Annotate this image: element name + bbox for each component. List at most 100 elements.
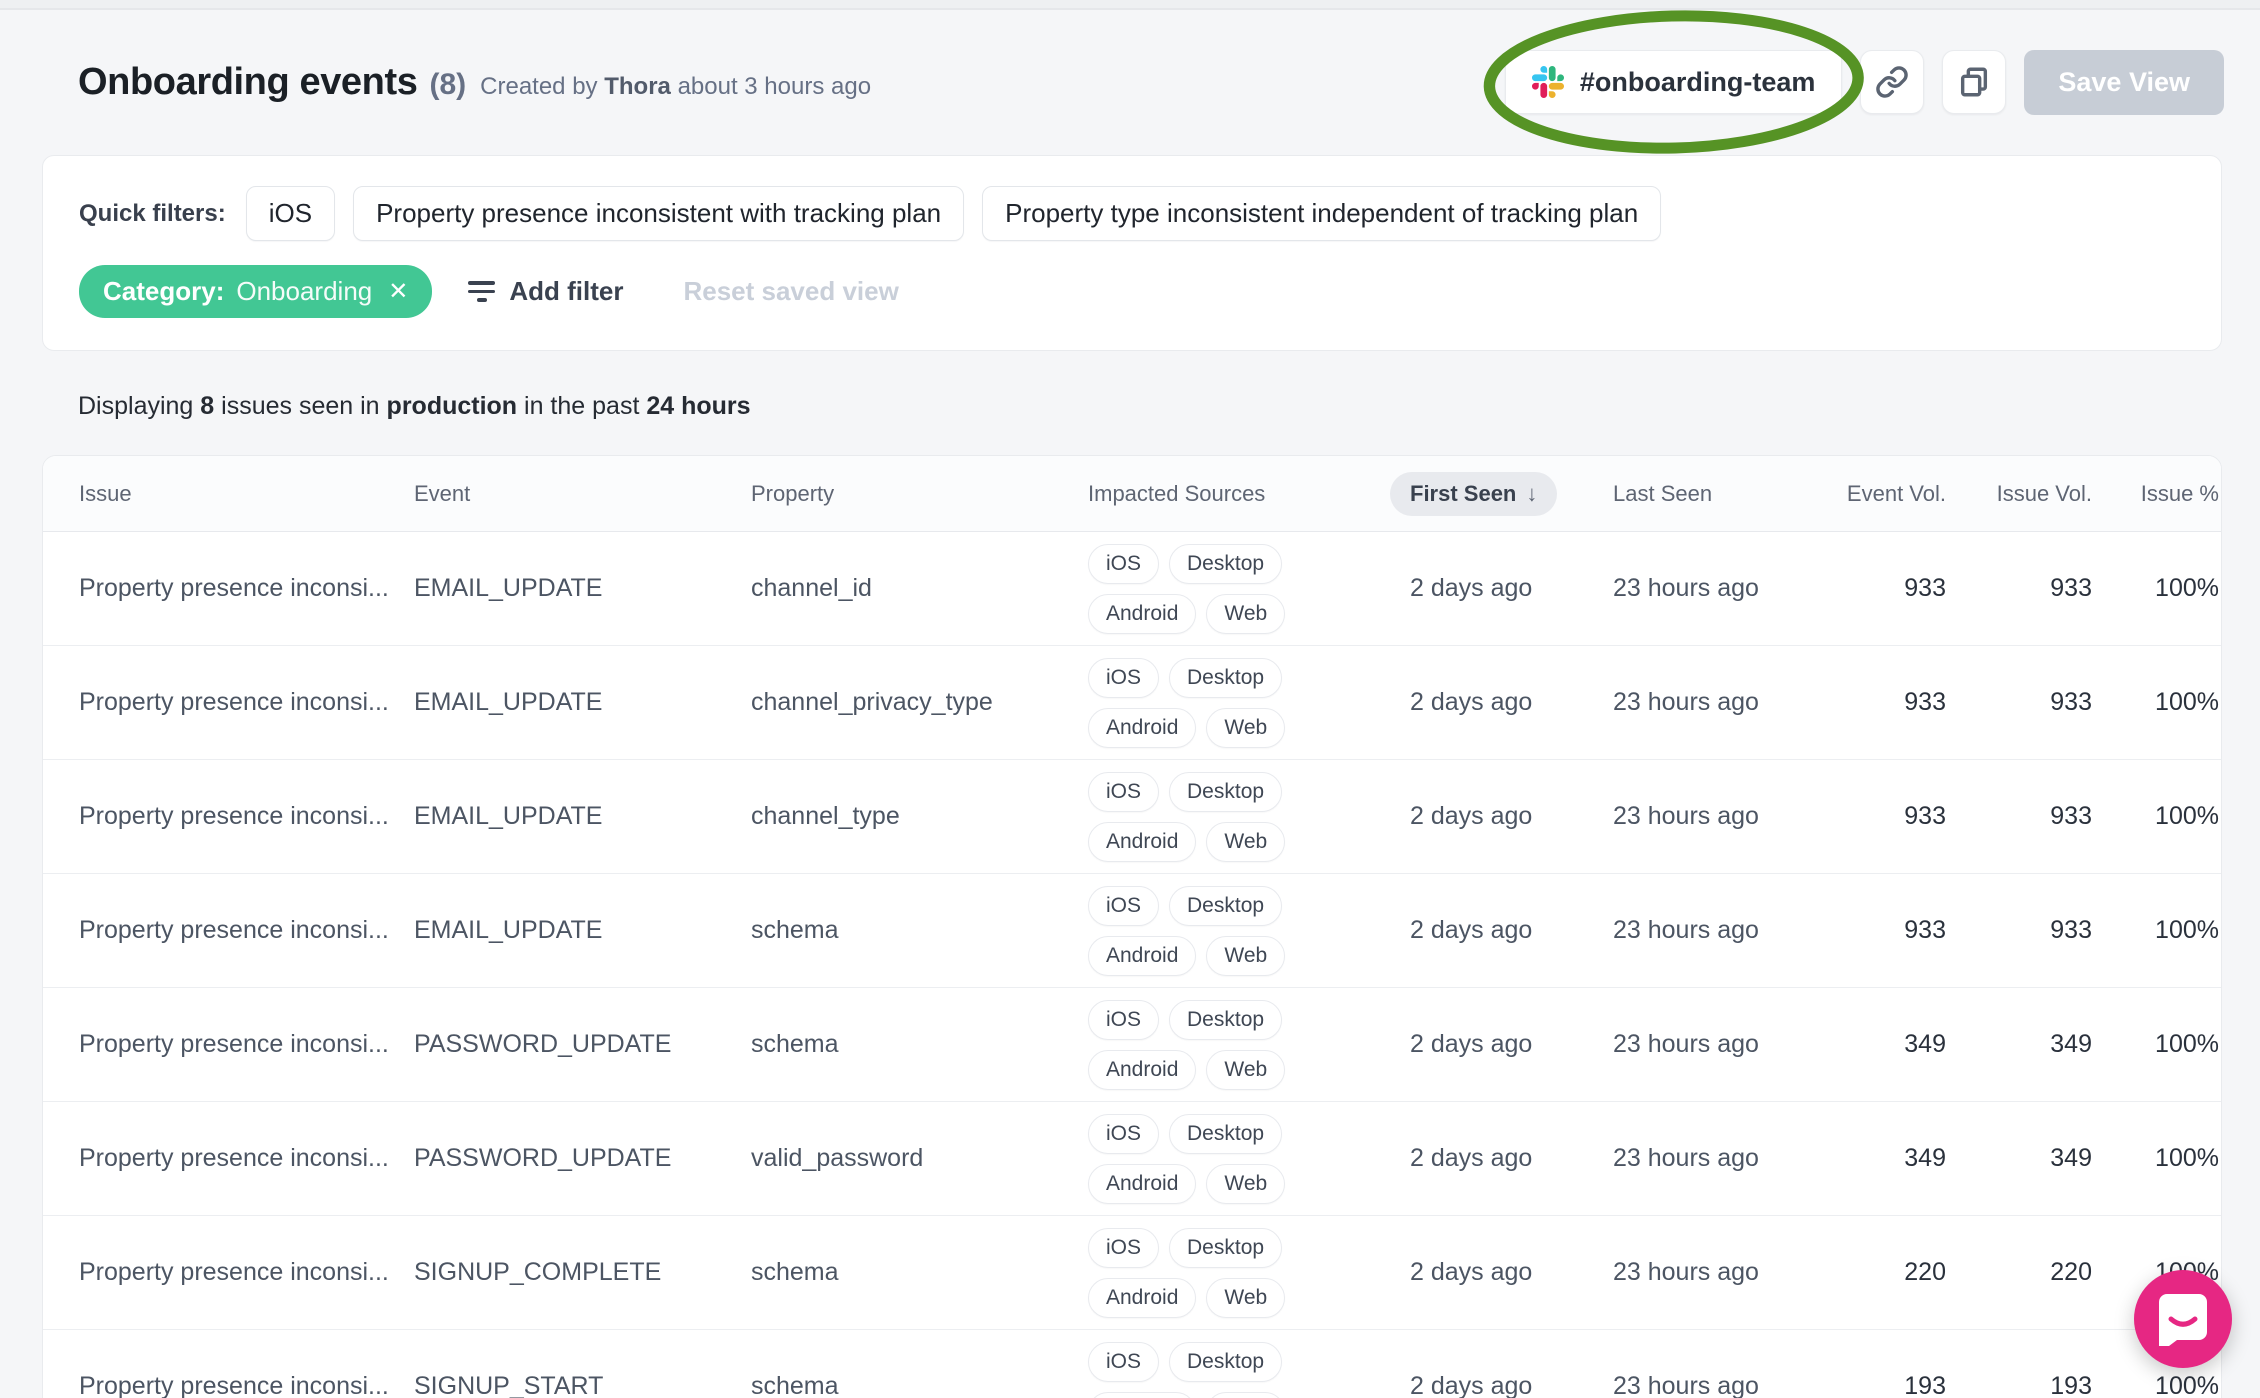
filter-panel: Quick filters: iOS Property presence inco…: [42, 155, 2222, 351]
last-seen-cell: 23 hours ago: [1613, 1258, 1759, 1286]
issue-pct-cell: 100%: [2155, 1030, 2219, 1058]
quick-filter-chip[interactable]: Property type inconsistent independent o…: [982, 186, 1662, 241]
issue-vol-cell: 349: [2050, 1030, 2092, 1058]
quick-filter-chip[interactable]: iOS: [245, 186, 336, 241]
column-header-issue-pct[interactable]: Issue %: [2092, 481, 2219, 507]
source-chip: iOS: [1088, 1227, 1160, 1268]
source-chip: Android: [1088, 1163, 1197, 1204]
table-row[interactable]: Property presence inconsi... PASSWORD_UP…: [43, 988, 2221, 1102]
source-chip: iOS: [1088, 543, 1160, 584]
summary-mid2: in the past: [524, 392, 640, 420]
first-seen-cell: 2 days ago: [1410, 574, 1533, 602]
issue-vol-cell: 933: [2050, 688, 2092, 716]
event-vol-cell: 933: [1904, 916, 1946, 944]
event-vol-cell: 349: [1904, 1030, 1946, 1058]
slack-channel-button[interactable]: #onboarding-team: [1504, 50, 1843, 114]
table-body: Property presence inconsi... EMAIL_UPDAT…: [43, 532, 2221, 1398]
first-seen-cell: 2 days ago: [1410, 1144, 1533, 1172]
source-chip: Desktop: [1169, 657, 1283, 698]
filter-key: Category:: [103, 276, 225, 306]
link-icon: [1876, 66, 1909, 98]
quick-filter-chip[interactable]: Property presence inconsistent with trac…: [353, 186, 965, 241]
chat-launcher-button[interactable]: [2134, 1270, 2232, 1368]
last-seen-cell: 23 hours ago: [1613, 916, 1759, 944]
issue-vol-cell: 933: [2050, 916, 2092, 944]
filter-value: Onboarding: [236, 276, 373, 306]
source-chip: Web: [1206, 1049, 1286, 1090]
sort-pill[interactable]: First Seen ↓: [1390, 471, 1558, 516]
table-row[interactable]: Property presence inconsi... EMAIL_UPDAT…: [43, 874, 2221, 988]
source-chip: Web: [1206, 821, 1286, 862]
filter-icon: [468, 281, 496, 302]
summary-mid1: issues seen in: [221, 392, 380, 420]
column-header-last-seen[interactable]: Last Seen: [1613, 481, 1839, 507]
issue-cell: Property presence inconsi...: [79, 1258, 389, 1286]
issue-vol-cell: 349: [2050, 1144, 2092, 1172]
column-header-impacted-sources[interactable]: Impacted Sources: [1088, 481, 1410, 507]
property-cell: schema: [751, 916, 839, 944]
issue-pct-cell: 100%: [2155, 574, 2219, 602]
header-actions: #onboarding-team Save View: [1483, 10, 2224, 154]
issue-pct-cell: 100%: [2155, 1144, 2219, 1172]
last-seen-cell: 23 hours ago: [1613, 1144, 1759, 1172]
source-chip: Android: [1088, 1049, 1197, 1090]
table-row[interactable]: Property presence inconsi... EMAIL_UPDAT…: [43, 760, 2221, 874]
source-chip: Desktop: [1169, 1341, 1283, 1382]
last-seen-cell: 23 hours ago: [1613, 1030, 1759, 1058]
slack-icon: [1531, 66, 1564, 98]
source-chip: Desktop: [1169, 543, 1283, 584]
column-header-event-vol[interactable]: Event Vol.: [1839, 481, 1946, 507]
reset-saved-view-button[interactable]: Reset saved view: [683, 276, 898, 307]
impacted-sources-cell: iOSDesktopAndroidWeb: [1088, 543, 1410, 634]
first-seen-cell: 2 days ago: [1410, 688, 1533, 716]
results-summary: Displaying 8 issues seen in production i…: [78, 392, 751, 421]
event-cell: SIGNUP_START: [414, 1372, 604, 1398]
table-row[interactable]: Property presence inconsi... SIGNUP_STAR…: [43, 1330, 2221, 1398]
issue-cell: Property presence inconsi...: [79, 574, 389, 602]
source-chip: Desktop: [1169, 1113, 1283, 1154]
top-strip: [0, 0, 2260, 10]
first-seen-cell: 2 days ago: [1410, 916, 1533, 944]
table-row[interactable]: Property presence inconsi... EMAIL_UPDAT…: [43, 646, 2221, 760]
source-chip: iOS: [1088, 771, 1160, 812]
table-row[interactable]: Property presence inconsi... SIGNUP_COMP…: [43, 1216, 2221, 1330]
event-vol-cell: 933: [1904, 688, 1946, 716]
impacted-sources-cell: iOSDesktopAndroidWeb: [1088, 1113, 1410, 1204]
copy-link-button[interactable]: [1860, 50, 1925, 114]
column-header-event[interactable]: Event: [414, 481, 751, 507]
save-view-button[interactable]: Save View: [2024, 49, 2224, 115]
quick-filters-label: Quick filters:: [79, 199, 226, 227]
add-filter-button[interactable]: Add filter: [468, 276, 623, 307]
remove-filter-icon[interactable]: ✕: [388, 277, 408, 306]
source-chip: iOS: [1088, 999, 1160, 1040]
quick-filters-row: Quick filters: iOS Property presence inco…: [79, 186, 2185, 241]
column-header-issue-vol[interactable]: Issue Vol.: [1946, 481, 2092, 507]
sorted-column-label: First Seen: [1410, 480, 1517, 506]
last-seen-cell: 23 hours ago: [1613, 1372, 1759, 1398]
event-cell: EMAIL_UPDATE: [414, 802, 603, 830]
source-chip: Desktop: [1169, 771, 1283, 812]
source-chip: Android: [1088, 821, 1197, 862]
impacted-sources-cell: iOSDesktopAndroidWeb: [1088, 1341, 1410, 1398]
column-header-first-seen[interactable]: First Seen ↓: [1390, 471, 1613, 516]
page-header: Onboarding events (8) Created by Thora a…: [42, 10, 2224, 154]
impacted-sources-cell: iOSDesktop AndroidWeb: [1088, 999, 1410, 1090]
table-row[interactable]: Property presence inconsi... PASSWORD_UP…: [43, 1102, 2221, 1216]
duplicate-view-button[interactable]: [1942, 50, 2007, 114]
category-filter-chip[interactable]: Category: Onboarding ✕: [79, 265, 433, 318]
column-header-property[interactable]: Property: [751, 481, 1088, 507]
table-row[interactable]: Property presence inconsi... EMAIL_UPDAT…: [43, 532, 2221, 646]
last-seen-cell: 23 hours ago: [1613, 574, 1759, 602]
event-cell: EMAIL_UPDATE: [414, 916, 603, 944]
source-chip: Android: [1088, 1277, 1197, 1318]
source-chip: iOS: [1088, 885, 1160, 926]
issue-cell: Property presence inconsi...: [79, 1144, 389, 1172]
summary-range: 24 hours: [646, 392, 751, 420]
first-seen-cell: 2 days ago: [1410, 1372, 1533, 1398]
column-header-issue[interactable]: Issue: [79, 481, 414, 507]
source-chip: Desktop: [1169, 999, 1283, 1040]
issues-table: Issue Event Property Impacted Sources Fi…: [42, 455, 2222, 1398]
first-seen-cell: 2 days ago: [1410, 1030, 1533, 1058]
source-chip: Web: [1206, 935, 1286, 976]
issue-vol-cell: 933: [2050, 802, 2092, 830]
